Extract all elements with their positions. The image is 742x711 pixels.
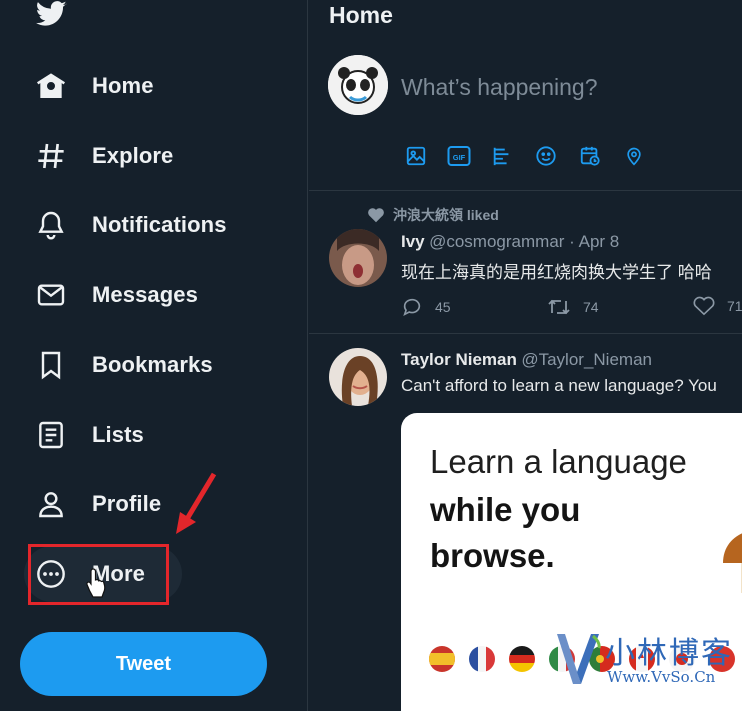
tweet-button[interactable]: Tweet [20,632,267,696]
tweet-header: Ivy @cosmogrammar · Apr 8 [401,232,619,252]
image-icon[interactable] [403,143,429,169]
card-headline-bold: browse. [430,537,555,574]
page-title: Home [329,2,393,28]
card-headline-bold: while you [430,491,581,528]
like-count: 71 [727,298,742,314]
mushroom-illustration-icon [723,533,742,593]
avatar[interactable] [329,348,387,406]
liked-by-row: 沖浪大統領 liked [367,205,499,225]
list-icon [24,415,78,455]
hand-cursor-icon [86,568,106,598]
retweet-button[interactable]: 74 [547,296,599,318]
bookmark-icon [24,345,78,385]
heart-filled-icon [368,208,384,223]
svg-text:GIF: GIF [453,153,466,162]
watermark: 小林博客 Www.VvSo.Cn [555,628,742,690]
sidebar-item-label: Home [92,73,154,98]
tweet-text: Can't afford to learn a new language? Yo… [401,376,717,395]
poll-icon[interactable] [489,143,515,169]
tweet-author-name[interactable]: Ivy [401,232,425,251]
retweet-count: 74 [583,299,599,315]
gif-icon[interactable]: GIF [446,143,472,169]
sidebar-item-notifications[interactable]: Notifications [24,197,227,253]
watermark-logo-icon [557,634,601,684]
retweet-icon [548,299,570,315]
sidebar-item-bookmarks[interactable]: Bookmarks [24,337,213,393]
watermark-title: 小林博客 [605,636,733,671]
flag-germany-icon [509,646,535,672]
sidebar-item-label: Profile [92,491,162,516]
sidebar-item-label: Bookmarks [92,352,213,377]
heart-icon [693,296,715,316]
divider [309,333,742,334]
sidebar-item-explore[interactable]: Explore [24,128,173,184]
sidebar-item-label: Notifications [92,212,227,237]
flag-france-icon [469,646,495,672]
liked-by-text: 沖浪大統領 liked [393,207,499,223]
flag-spain-icon [429,646,455,672]
avatar[interactable] [328,55,388,115]
location-icon[interactable] [621,143,647,169]
bell-icon [24,205,78,245]
watermark-url: Www.VvSo.Cn [607,668,716,686]
sidebar-item-messages[interactable]: Messages [24,267,198,323]
avatar[interactable] [329,229,387,287]
reply-count: 45 [435,299,451,315]
home-icon [24,66,78,106]
hashtag-icon [24,136,78,176]
sidebar-item-lists[interactable]: Lists [24,407,144,463]
divider [309,190,742,191]
sidebar: Home Explore Notifications Messages Book… [0,0,308,711]
sidebar-item-label: Explore [92,143,174,168]
envelope-icon [24,275,78,315]
emoji-icon[interactable] [533,143,559,169]
compose-tweet-input[interactable] [401,70,731,104]
reply-button[interactable]: 45 [401,296,451,318]
schedule-icon[interactable] [577,143,603,169]
person-icon [24,484,78,524]
tweet-handle[interactable]: @Taylor_Nieman [521,350,652,369]
sidebar-item-label: Messages [92,282,198,307]
sidebar-item-home[interactable]: Home [24,58,154,114]
sidebar-item-label: Lists [92,422,144,447]
card-headline: Learn a language [430,443,687,480]
tweet-handle-date[interactable]: @cosmogrammar · Apr 8 [429,232,619,251]
reply-icon [403,298,421,316]
tweet-author-name[interactable]: Taylor Nieman [401,350,517,369]
sidebar-item-profile[interactable]: Profile [24,476,161,532]
twitter-bird-icon[interactable] [33,0,69,30]
like-button[interactable]: 71 [693,296,742,316]
tweet-header: Taylor Nieman @Taylor_Nieman [401,350,652,370]
main-timeline: Home GIF 沖浪大統領 liked [309,0,742,711]
tweet-text: 现在上海真的是用红烧肉换大学生了 哈哈 [401,263,712,282]
annotation-arrow-icon [176,472,217,534]
